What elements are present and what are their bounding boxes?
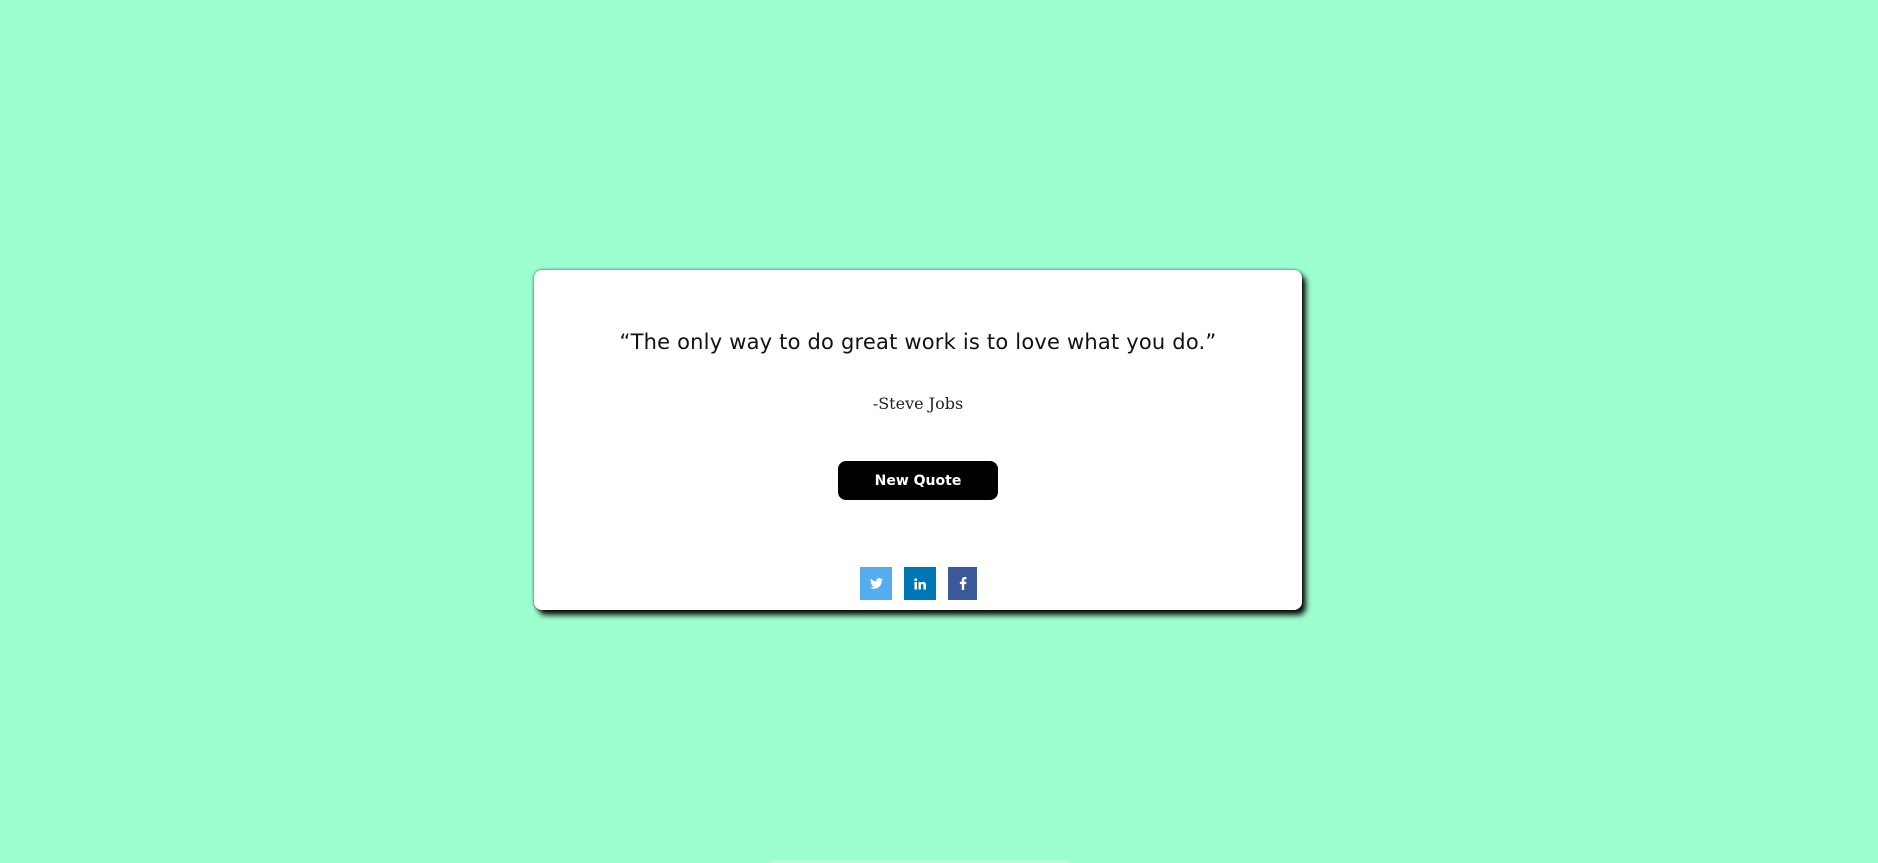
facebook-share-button[interactable] — [948, 567, 977, 600]
new-quote-button[interactable]: New Quote — [838, 461, 998, 500]
quote-card: “The only way to do great work is to lov… — [534, 270, 1302, 610]
quote-author: -Steve Jobs — [872, 394, 964, 413]
linkedin-share-button[interactable] — [904, 567, 936, 600]
quote-text: “The only way to do great work is to lov… — [619, 330, 1217, 354]
linkedin-icon — [914, 577, 926, 590]
facebook-icon — [959, 577, 967, 590]
twitter-share-button[interactable] — [860, 567, 892, 600]
twitter-icon — [869, 578, 883, 589]
